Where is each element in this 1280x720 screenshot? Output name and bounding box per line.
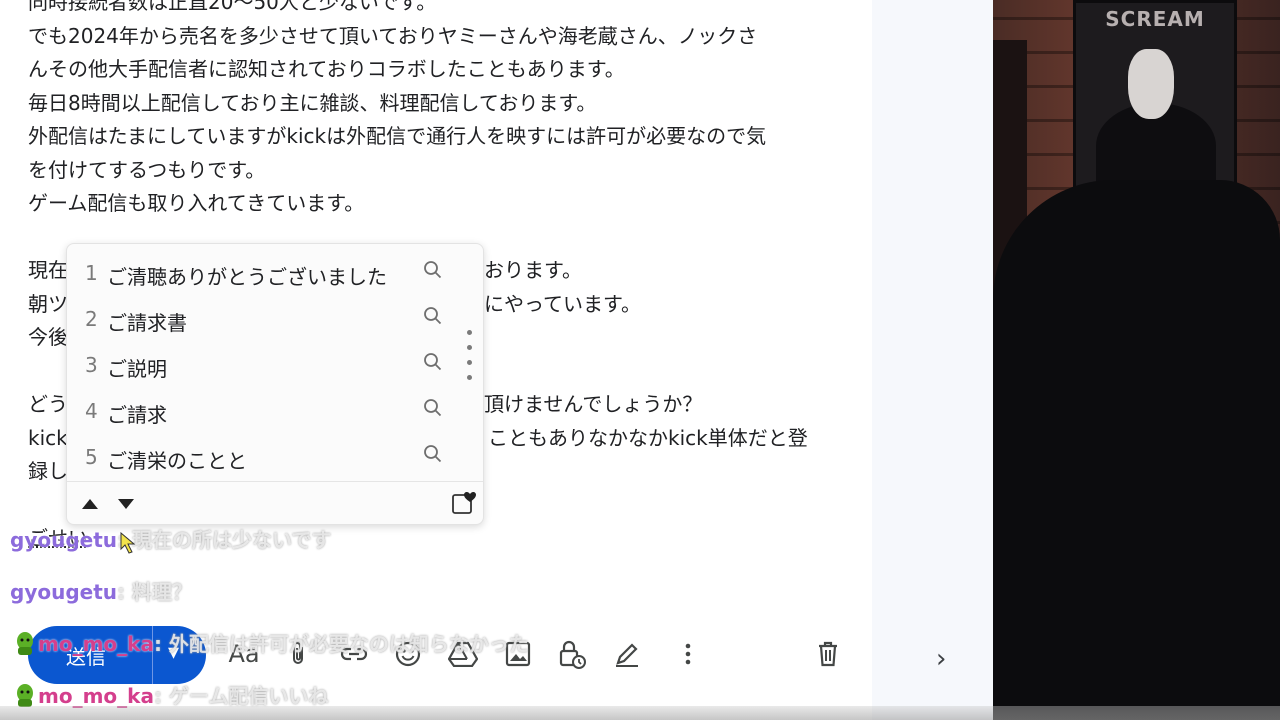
search-icon[interactable]	[423, 444, 443, 468]
poster-title: SCREAM	[1105, 7, 1205, 31]
candidate-text: ご請求書	[107, 311, 187, 335]
chat-message: gyougetu: 料理？	[0, 576, 192, 605]
candidate-text: ご請求	[107, 403, 167, 427]
ime-candidate[interactable]: 2 ご請求書	[67, 294, 483, 340]
chat-username: mo_mo_ka	[38, 684, 154, 708]
movie-poster: SCREAM	[1073, 0, 1237, 192]
candidate-number: 2	[85, 307, 98, 331]
chat-username: gyougetu	[10, 528, 118, 552]
candidate-number: 5	[85, 445, 98, 469]
body-line: んその他大手配信者に認知されておりコラボしたこともあります。	[28, 57, 625, 81]
candidate-number: 4	[85, 399, 98, 423]
body-line: 同時接続者数は正直20〜50人と少ないです。	[28, 0, 437, 14]
confidential-icon[interactable]	[552, 634, 592, 674]
chat-text: : ゲーム配信いいね	[153, 684, 329, 708]
mouse-cursor-icon	[120, 531, 136, 558]
ime-candidate[interactable]: 5 ご清栄のことと	[67, 432, 483, 478]
body-line: を付けてするつもりです。	[28, 157, 266, 182]
delete-draft-icon[interactable]	[808, 634, 848, 674]
candidate-number: 1	[85, 261, 98, 285]
more-options-icon[interactable]	[668, 634, 708, 674]
chat-text: : 料理？	[117, 580, 192, 604]
more-candidates-indicator[interactable]	[467, 330, 473, 398]
chat-message: gyougetu: 現在の所は少ないです	[0, 524, 331, 553]
search-icon[interactable]	[423, 398, 443, 422]
chat-text: : 現在の所は少ないです	[117, 528, 332, 552]
candidate-text: ご清聴ありがとうございました	[107, 265, 387, 289]
chat-message: mo_mo_ka: 外配信は許可が必要なのは知らなかった	[14, 628, 529, 657]
body-line: ゲーム配信も取り入れてきています。	[28, 191, 365, 215]
body-line: 毎日8時間以上配信しており主に雑談、料理配信しております。	[28, 90, 597, 115]
popup-divider	[67, 481, 483, 482]
chat-message: mo_mo_ka: ゲーム配信いいね	[14, 680, 328, 709]
ghostface-mask	[1128, 49, 1174, 119]
chat-username: mo_mo_ka	[38, 632, 154, 656]
page-down-icon[interactable]	[117, 496, 135, 515]
search-icon[interactable]	[423, 306, 443, 330]
body-line: でも2024年から売名を多少させて頂いておりヤミーさんや海老蔵さん、ノックさ	[28, 23, 758, 48]
ime-candidate[interactable]: 4 ご請求	[67, 386, 483, 432]
candidate-text: ご説明	[107, 357, 167, 381]
ime-candidate-popup: 1 ご清聴ありがとうございました 2 ご請求書 3 ご説明 4 ご請求 5 ご清…	[66, 243, 484, 525]
signature-icon[interactable]	[607, 634, 647, 674]
candidate-number: 3	[85, 353, 98, 377]
body-line: 外配信はたまにしていますがkickは外配信で通行人を映すには許可が必要なので気	[28, 124, 767, 148]
webcam-feed: SCREAM	[993, 0, 1280, 720]
search-icon[interactable]	[423, 260, 443, 284]
kick-avatar-icon	[14, 683, 36, 707]
chat-text: : 外配信は許可が必要なのは知らなかった	[153, 632, 529, 656]
page-up-icon[interactable]	[81, 496, 99, 515]
gaming-chair	[993, 180, 1280, 720]
ime-candidate[interactable]: 3 ご説明	[67, 340, 483, 386]
chat-username: gyougetu	[10, 580, 118, 604]
kick-avatar-icon	[14, 631, 36, 655]
side-panel	[872, 0, 993, 720]
candidate-text: ご清栄のことと	[107, 449, 247, 473]
chevron-right-icon[interactable]: ›	[936, 644, 946, 674]
taskbar-edge	[0, 706, 1280, 720]
search-icon[interactable]	[423, 352, 443, 376]
heart-bookmark-icon[interactable]	[451, 490, 477, 520]
ime-candidate[interactable]: 1 ご清聴ありがとうございました	[67, 248, 483, 294]
